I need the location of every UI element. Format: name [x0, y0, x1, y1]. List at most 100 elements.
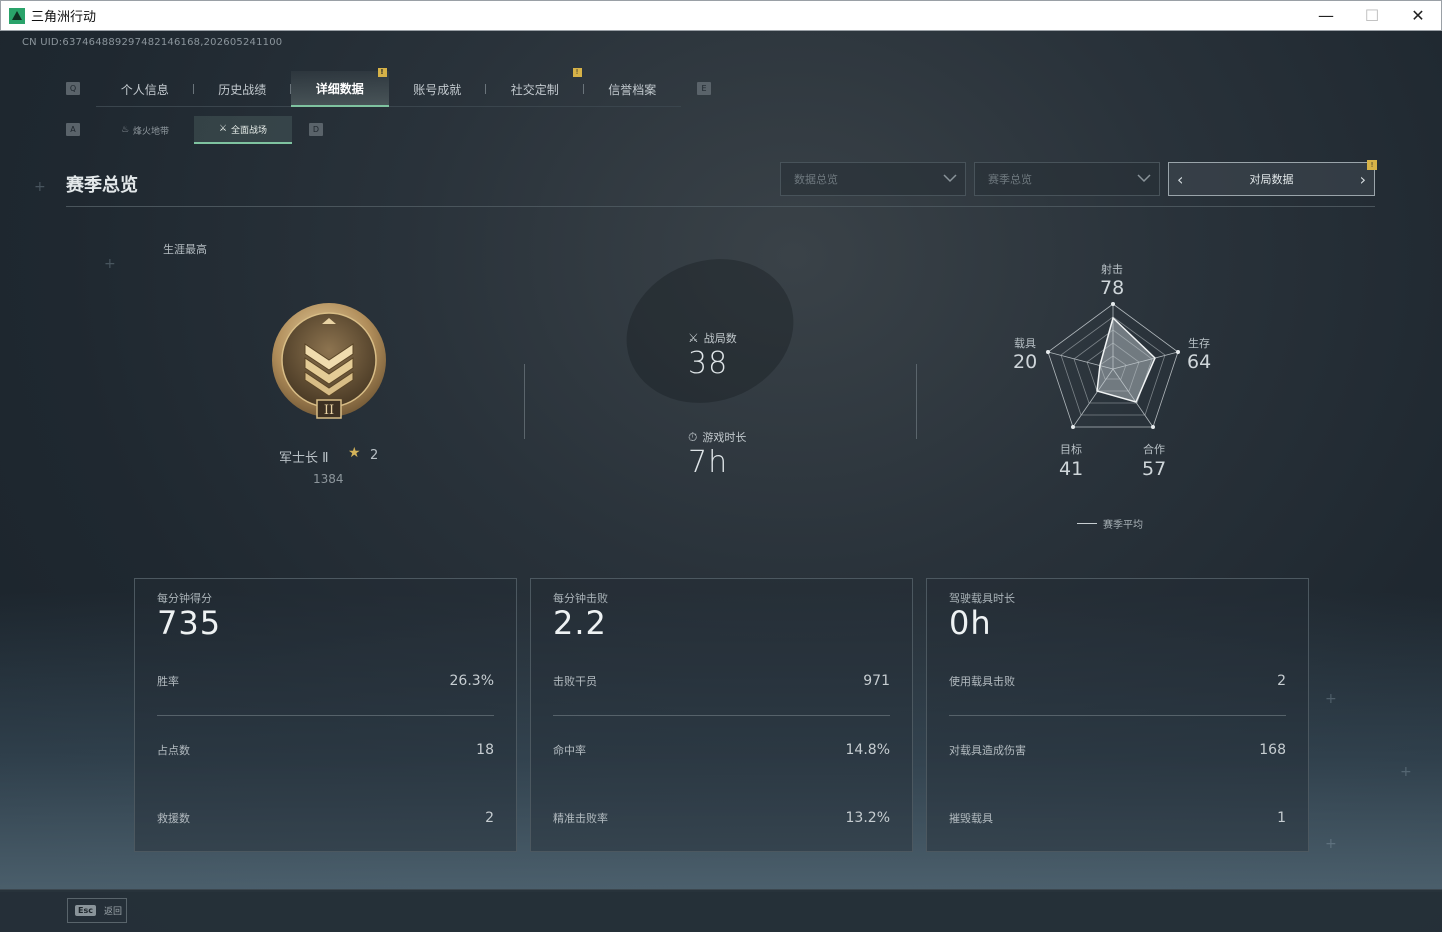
minimize-button[interactable]: — [1303, 1, 1349, 30]
mode-tabs: ♨ 烽火地带 ⚔ 全面战场 [96, 116, 292, 144]
close-button[interactable]: ✕ [1395, 1, 1441, 30]
subnav-prev-key-hint[interactable]: A [66, 123, 80, 136]
tab-detailed-data[interactable]: 详细数据! [291, 68, 389, 107]
flame-icon: ♨ [120, 125, 130, 135]
stat-row: 精准击败率 13.2% [553, 810, 890, 830]
playtime-value: 7h [688, 445, 729, 480]
pager-label: 对局数据 [1249, 173, 1294, 186]
matches-label: ⚔ 战局数 [688, 330, 737, 346]
decor-plus-icon: + [104, 256, 116, 272]
tab-match-history[interactable]: 历史战绩 [194, 71, 291, 107]
match-data-pager[interactable]: ‹ 对局数据 › ! [1168, 160, 1377, 196]
nav-prev-key-hint[interactable]: Q [66, 82, 80, 95]
card-main-value: 735 [157, 604, 222, 642]
decor-plus-icon: + [1400, 764, 1412, 780]
matches-value: 38 [688, 346, 729, 381]
main-tabs: 个人信息 历史战绩 详细数据! 账号成就 社交定制! 信誉档案 [96, 68, 682, 107]
crossed-swords-icon: ⚔ [688, 331, 699, 345]
stat-row: 使用载具击败 2 [949, 673, 1286, 693]
radar-value-shape [1096, 316, 1156, 403]
stat-value: 2 [1277, 673, 1286, 689]
tab-label: 社交定制 [510, 82, 559, 97]
stat-value: 13.2% [845, 810, 890, 826]
chevron-left-icon[interactable]: ‹ [1177, 170, 1183, 189]
tab-label: 个人信息 [120, 82, 169, 97]
stat-value: 2 [485, 810, 494, 826]
data-type-dropdown[interactable]: 数据总览 [780, 162, 966, 196]
nav-next-key-hint[interactable]: E [697, 82, 711, 95]
stat-row: 对载具造成伤害 168 [949, 742, 1286, 762]
tab-label: 账号成就 [413, 82, 462, 97]
stat-value: 971 [863, 673, 890, 689]
season-dropdown[interactable]: 赛季总览 [974, 162, 1160, 196]
career-best-label: 生涯最高 [163, 243, 207, 256]
row-divider [553, 715, 890, 716]
column-divider [916, 364, 917, 439]
rank-name: 军士长 Ⅱ [279, 451, 329, 466]
legend-line [1077, 523, 1097, 524]
tab-credit-record[interactable]: 信誉档案 [584, 71, 682, 107]
notification-badge: ! [572, 68, 582, 77]
score-stats-card: 每分钟得分 735 胜率 26.3% 占点数 18 救援数 2 [134, 578, 517, 852]
rank-star-count: 2 [370, 448, 379, 463]
footer-bar: Esc 返回 [0, 889, 1442, 932]
card-main-value: 2.2 [553, 604, 607, 642]
radar-value-shoot: 78 [1100, 277, 1125, 299]
player-uid: CN UID:6374648892974821461​68,2026052411… [22, 37, 283, 48]
battlefield-icon: ⚔ [218, 124, 228, 134]
app-logo-icon [9, 7, 25, 24]
row-divider [949, 715, 1286, 716]
tab-label: 烽火地带 [133, 126, 170, 137]
playtime-label-text: 游戏时长 [702, 431, 747, 444]
subnav-next-key-hint[interactable]: D [309, 123, 323, 136]
stat-value: 26.3% [449, 673, 494, 689]
chevron-right-icon[interactable]: › [1360, 170, 1366, 189]
kill-stats-card: 每分钟击败 2.2 击败干员 971 命中率 14.8% 精准击败率 13.2% [530, 578, 913, 852]
chevron-down-icon [1137, 174, 1151, 183]
radar-value-vehicle: 20 [1013, 351, 1038, 373]
radar-label-shoot: 射击 [1101, 263, 1123, 276]
stat-label: 胜率 [157, 675, 179, 688]
ability-radar-chart [1046, 302, 1180, 429]
radar-label-coop: 合作 [1143, 443, 1165, 456]
notification-badge: ! [1367, 160, 1377, 170]
legend-label: 赛季平均 [1103, 520, 1143, 531]
card-main-value: 0h [949, 604, 992, 642]
radar-label-vehicle: 载具 [1014, 337, 1036, 350]
dropdown-value: 数据总览 [794, 173, 838, 186]
notification-badge: ! [377, 68, 387, 77]
stopwatch-icon: ⏱ [688, 429, 698, 444]
stat-value: 168 [1259, 742, 1286, 758]
stat-label: 精准击败率 [553, 812, 608, 825]
medal-numeral: II [324, 403, 334, 418]
tab-hazard-zone[interactable]: ♨ 烽火地带 [96, 116, 194, 144]
stat-row: 击败干员 971 [553, 673, 890, 693]
chevron-down-icon [943, 174, 957, 183]
vehicle-stats-card: 驾驶载具时长 0h 使用载具击败 2 对载具造成伤害 168 摧毁载具 1 [926, 578, 1309, 852]
stat-value: 1 [1277, 810, 1286, 826]
section-title: 赛季总览 [66, 175, 138, 196]
tab-full-battlefield[interactable]: ⚔ 全面战场 [194, 116, 292, 144]
stat-label: 击败干员 [553, 675, 597, 688]
section-divider [66, 206, 1375, 207]
tab-label: 信誉档案 [608, 82, 657, 97]
rank-star-icon: ★ [348, 445, 361, 461]
column-divider [524, 364, 525, 439]
stat-row: 胜率 26.3% [157, 673, 494, 693]
decor-plus-icon: + [34, 179, 46, 195]
stat-label: 对载具造成伤害 [949, 744, 1026, 757]
decor-plus-icon: + [1325, 836, 1337, 852]
back-button[interactable]: Esc 返回 [67, 898, 127, 923]
stat-label: 命中率 [553, 744, 586, 757]
stat-label: 救援数 [157, 812, 190, 825]
radar-label-target: 目标 [1060, 443, 1082, 456]
tab-personal-info[interactable]: 个人信息 [96, 71, 194, 107]
tab-achievements[interactable]: 账号成就 [389, 71, 486, 107]
maximize-button[interactable]: ☐ [1349, 1, 1395, 30]
decor-plus-icon: + [1325, 691, 1337, 707]
radar-value-survive: 64 [1187, 351, 1212, 373]
tab-label: 详细数据 [315, 81, 364, 96]
tab-social-custom[interactable]: 社交定制! [486, 68, 584, 107]
stat-value: 18 [476, 742, 494, 758]
window-titlebar: 三角洲行动 — ☐ ✕ [0, 0, 1442, 31]
